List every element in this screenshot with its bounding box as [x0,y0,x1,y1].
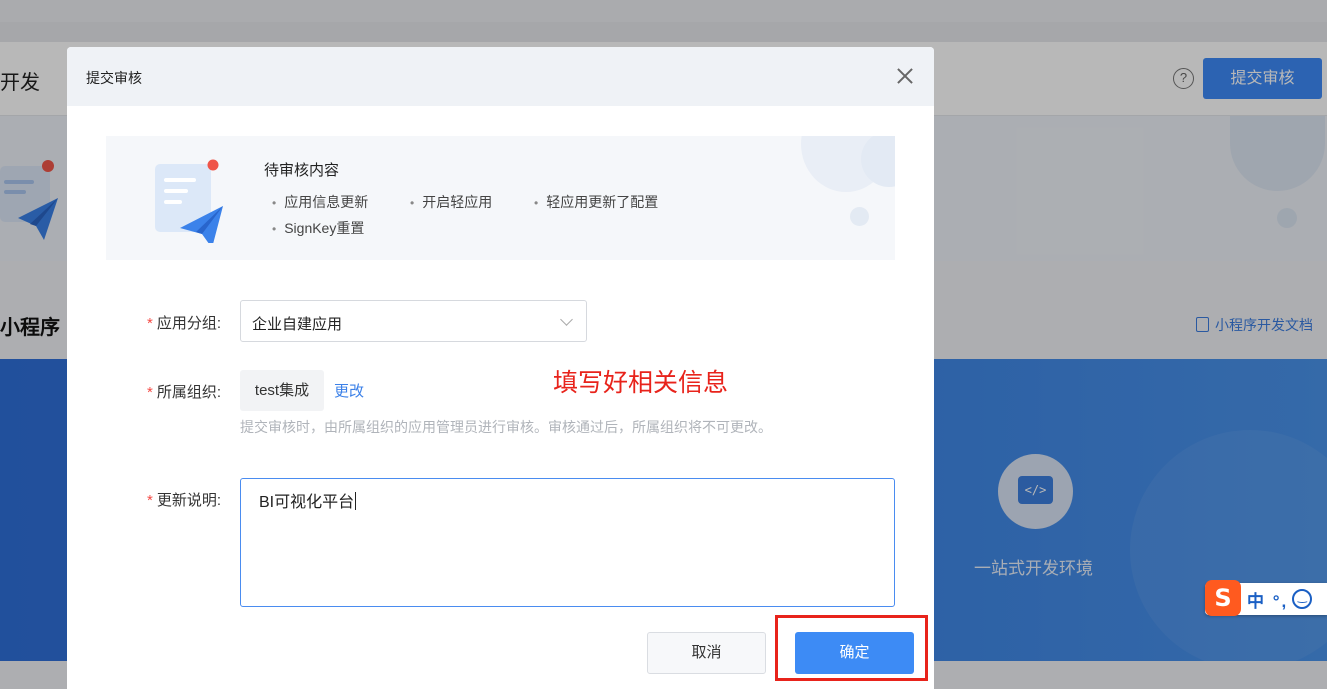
cancel-button[interactable]: 取消 [647,632,766,674]
update-description-textarea[interactable]: BI可视化平台 [240,478,895,607]
group-select[interactable]: 企业自建应用 [240,300,587,342]
group-select-value: 企业自建应用 [252,316,343,333]
pending-item: SignKey重置 [272,218,364,238]
pending-title: 待审核内容 [264,162,340,179]
desc-label: * 更新说明: [146,492,221,509]
annotation-highlight-box [775,615,928,681]
document-plane-icon [155,159,223,243]
org-label: * 所属组织: [146,384,221,401]
pending-item: 应用信息更新 [272,192,368,212]
required-mark: * [146,315,153,332]
ime-mode[interactable]: 中 °, [1247,587,1288,612]
dialog-title: 提交审核 [86,70,142,86]
pending-content-panel: 待审核内容 应用信息更新 开启轻应用 轻应用更新了配置 SignKey重置 [106,136,895,260]
smiley-icon[interactable]: ‿ [1292,589,1313,609]
pending-item: 轻应用更新了配置 [534,192,658,212]
pending-item: 开启轻应用 [410,192,492,212]
required-mark: * [146,492,153,509]
panel-decoration [850,207,869,226]
ime-toolbar[interactable]: S 中 °, ‿ [1205,580,1327,616]
annotation-text: 填写好相关信息 [553,369,729,397]
chevron-down-icon [560,313,573,326]
textarea-value: BI可视化平台 [259,492,357,511]
change-org-link[interactable]: 更改 [334,380,364,401]
submit-review-dialog: 提交审核 待审核内容 应用信息更新 开启轻应用 轻应用更新了配置 SignKey… [67,47,934,689]
org-tag: test集成 [240,370,324,411]
text-caret [355,492,357,510]
sogou-logo-icon[interactable]: S [1205,580,1241,616]
dialog-header: 提交审核 [67,47,934,106]
group-label: * 应用分组: [146,315,221,332]
required-mark: * [146,384,153,401]
close-icon[interactable] [893,64,917,88]
org-hint: 提交审核时，由所属组织的应用管理员进行审核。审核通过后，所属组织将不可更改。 [240,419,772,435]
